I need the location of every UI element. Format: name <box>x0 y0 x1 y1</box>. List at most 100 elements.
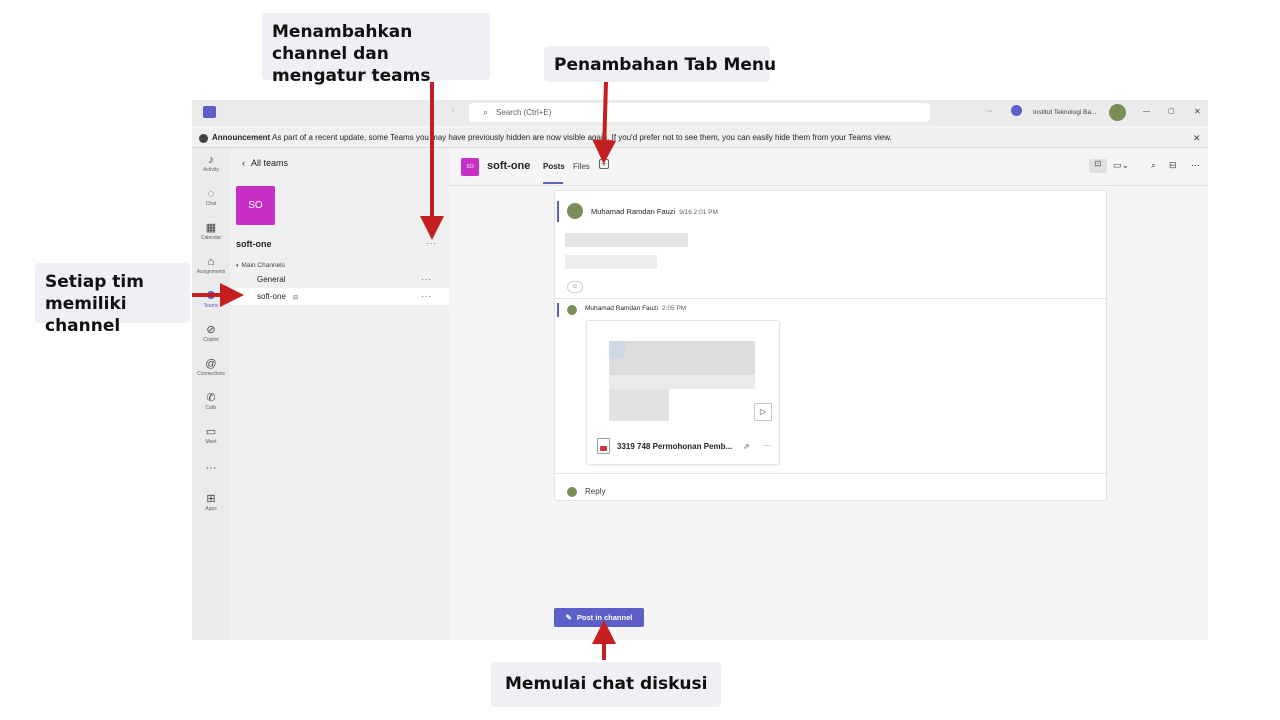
chevron-left-icon: ‹ <box>242 158 245 168</box>
rail-label: Assignments <box>196 269 226 275</box>
video-icon: ▭ <box>205 426 217 438</box>
channel-avatar: SO <box>461 158 479 176</box>
rail-item-calendar[interactable]: ▦ Calendar <box>192 222 230 241</box>
search-icon: ⌕ <box>483 107 489 117</box>
back-nav-icon[interactable]: ‹ <box>430 105 433 116</box>
tab-files[interactable]: Files <box>573 162 590 171</box>
play-icon[interactable]: ▷ <box>754 403 772 421</box>
attachment-file-name[interactable]: 3319 748 Permohonan Pemb... <box>617 442 732 451</box>
file-preview-thumbnail <box>609 341 625 358</box>
rail-item-more[interactable]: ··· <box>192 462 230 475</box>
close-announcement-button[interactable]: ✕ <box>1193 128 1201 148</box>
channel-name: soft-one <box>257 292 286 301</box>
info-icon <box>199 134 208 143</box>
main-channels-label: Main Channels <box>241 262 285 269</box>
rail-label: Chat <box>205 201 217 207</box>
author-avatar[interactable] <box>567 203 583 219</box>
rail-item-teams[interactable]: ⚉ Teams <box>192 290 230 309</box>
channel-more-button[interactable]: ··· <box>421 288 432 305</box>
teams-window: ‹ › ⌕ Search (Ctrl+E) ··· Institut Teknol… <box>192 100 1208 640</box>
app-rail: ♪ Activity ◌ Chat ▦ Calendar ⌂ Assignments ⚉… <box>192 148 230 640</box>
channel-name: General <box>257 275 286 284</box>
post-in-channel-label: Post in channel <box>576 613 633 622</box>
team-info-icon[interactable]: ⊡ <box>1089 159 1107 173</box>
share-icon[interactable]: ⇗ <box>743 442 750 451</box>
rail-label: Apps <box>205 506 217 512</box>
channel-header: SO soft-one Posts Files + ⊡ ▭⌄ ⌕ ⊟ ··· <box>449 148 1208 186</box>
phone-icon: ✆ <box>206 392 216 404</box>
tab-active-indicator <box>543 182 563 184</box>
rail-label: Activity <box>203 167 219 173</box>
announcement-bar: Announcement As part of a recent update,… <box>192 128 1208 148</box>
search-channel-icon[interactable]: ⌕ <box>1151 160 1156 171</box>
rail-item-chat[interactable]: ◌ Chat <box>192 188 230 207</box>
rail-label: Connections <box>197 371 225 377</box>
post-in-channel-button[interactable]: ✎ Post in channel <box>554 608 644 627</box>
chat-icon: ◌ <box>207 188 215 200</box>
restore-button[interactable]: ▢ <box>1168 107 1175 115</box>
rail-item-connections[interactable]: @ Connections <box>192 358 230 377</box>
all-teams-label: All teams <box>251 158 289 168</box>
reply-bar-divider <box>555 473 1108 474</box>
author-name: Muhamad Ramdan Fauzi <box>591 207 676 216</box>
org-name[interactable]: Institut Teknologi Ba... <box>1033 109 1096 116</box>
compose-icon: ✎ <box>565 613 572 622</box>
channel-main: SO soft-one Posts Files + ⊡ ▭⌄ ⌕ ⊟ ··· M… <box>449 148 1208 640</box>
minimize-button[interactable]: — <box>1143 108 1150 115</box>
rail-label: Calendar <box>200 235 222 241</box>
pdf-file-icon <box>597 438 610 454</box>
team-name[interactable]: soft-one <box>236 239 272 249</box>
rail-item-calls[interactable]: ✆ Calls <box>192 392 230 411</box>
post-time: 9/16 2:01 PM <box>679 209 718 216</box>
lock-icon: ⊟ <box>293 295 299 301</box>
channel-more-icon[interactable]: ··· <box>1191 160 1200 170</box>
reply-button[interactable]: Reply <box>585 487 605 496</box>
tab-posts[interactable]: Posts <box>543 162 565 171</box>
rail-item-assignments[interactable]: ⌂ Assignments <box>192 256 230 275</box>
add-reaction-button[interactable]: ☺ <box>567 281 583 293</box>
file-attachment-card[interactable]: ▷ 3319 748 Permohonan Pemb... ⇗ ··· <box>586 320 780 465</box>
rail-label: Teams <box>203 303 219 309</box>
add-tab-button[interactable]: + <box>599 159 609 169</box>
reply-time: 2:05 PM <box>661 305 687 312</box>
search-input[interactable]: ⌕ Search (Ctrl+E) <box>469 103 930 122</box>
title-bar: ‹ › ⌕ Search (Ctrl+E) ··· Institut Teknol… <box>192 100 1208 126</box>
user-avatar[interactable] <box>1109 104 1126 121</box>
close-window-button[interactable]: ✕ <box>1194 107 1201 116</box>
all-teams-link[interactable]: ‹ All teams <box>242 158 288 168</box>
forward-nav-icon[interactable]: › <box>451 105 454 116</box>
titlebar-more-button[interactable]: ··· <box>986 108 993 115</box>
rail-item-meet[interactable]: ▭ Meet <box>192 426 230 445</box>
file-preview-thumbnail <box>609 375 755 389</box>
search-placeholder: Search (Ctrl+E) <box>496 108 552 117</box>
author-avatar[interactable] <box>567 305 577 315</box>
main-channels-header[interactable]: ▾ Main Channels <box>236 262 285 269</box>
teams-icon: ⚉ <box>206 290 216 302</box>
channel-more-button[interactable]: ··· <box>421 271 432 288</box>
channel-item-general[interactable]: General ··· <box>230 271 449 288</box>
announcement-label: Announcement <box>212 133 271 142</box>
rail-label: Copilot <box>203 337 219 343</box>
callout-add-channel-text: Menambahkan channel dan mengatur teams <box>272 22 431 86</box>
team-avatar: SO <box>236 186 275 225</box>
callout-channels: Setiap tim memiliki channel <box>35 263 190 336</box>
rail-item-apps[interactable]: ⊞ Apps <box>192 493 230 512</box>
channel-info-icon[interactable]: ⊟ <box>1169 160 1177 171</box>
more-icon: ··· <box>205 462 217 474</box>
channel-item-soft-one[interactable]: soft-one ⊟ ··· <box>230 288 449 305</box>
apps-icon: ⊞ <box>206 493 216 505</box>
rail-item-copilot[interactable]: ⊘ Copilot <box>192 324 230 343</box>
rail-item-activity[interactable]: ♪ Activity <box>192 154 230 173</box>
reply-avatar <box>567 487 577 497</box>
callout-start-chat: Memulai chat diskusi <box>491 662 721 707</box>
blurred-message-line <box>565 233 688 247</box>
callout-channels-text: Setiap tim memiliki channel <box>45 272 144 336</box>
post-accent-bar <box>557 201 559 222</box>
notification-icon[interactable] <box>1011 105 1022 116</box>
meet-video-icon[interactable]: ▭⌄ <box>1113 160 1129 171</box>
attachment-more-button[interactable]: ··· <box>763 441 771 450</box>
caret-down-icon: ▾ <box>236 263 239 269</box>
team-more-button[interactable]: ··· <box>426 238 437 248</box>
bell-icon: ♪ <box>208 154 214 166</box>
author-name: Muhamad Ramdan Fauzi <box>585 305 658 312</box>
